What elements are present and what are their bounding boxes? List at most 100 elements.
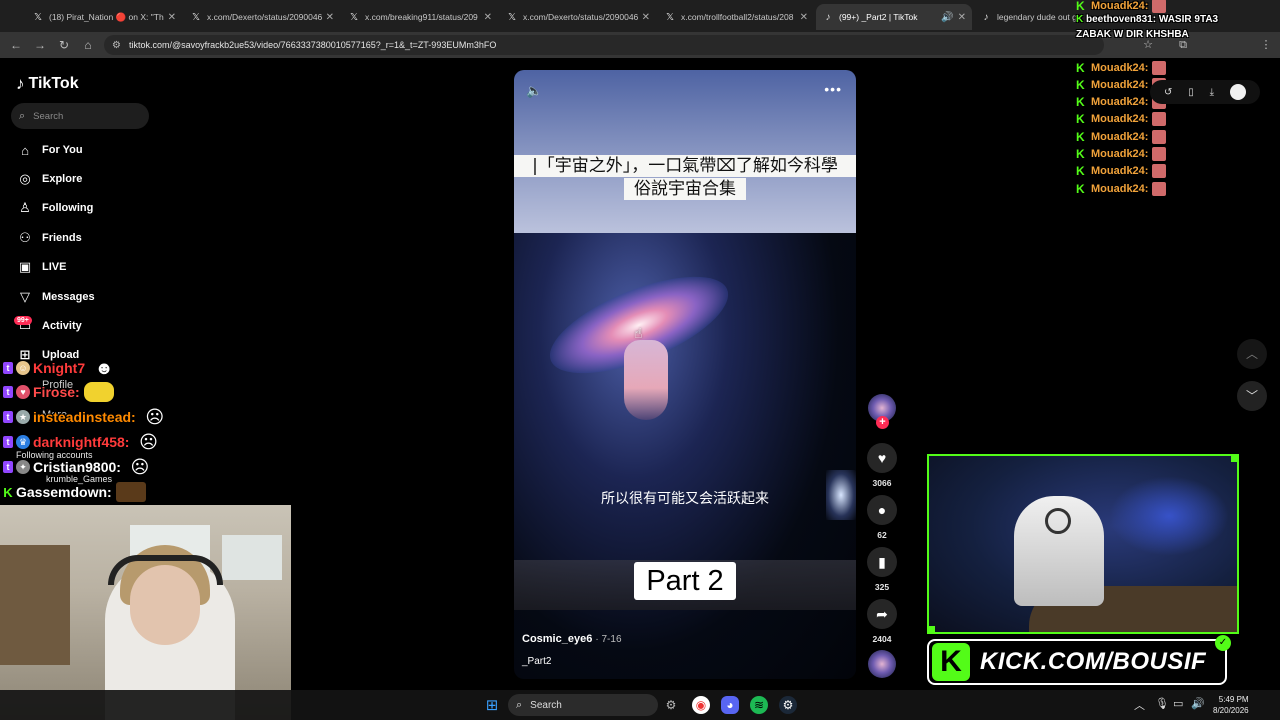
profile-avatar[interactable] xyxy=(1230,84,1246,100)
tray-chevron-icon[interactable]: ︿ xyxy=(1134,697,1145,713)
kick-chat-message: K Mouadk24: xyxy=(1076,180,1167,197)
tab-title: (18) Pirat_Nation 🔴 on X: "The xyxy=(49,11,164,22)
tab-title: x.com/trollfootball2/status/208 xyxy=(681,12,794,22)
browser-tab[interactable]: ♪ legendary dude out ge xyxy=(974,4,1084,30)
history-icon[interactable]: ↺ xyxy=(1164,87,1172,98)
kick-logo-icon: K xyxy=(932,643,970,681)
chrome-icon[interactable]: ◉ xyxy=(692,696,710,714)
chat-message: t ☺ Knight7 ☻ xyxy=(3,358,119,378)
menu-dots-icon[interactable]: ⋮ xyxy=(1258,37,1274,53)
following-icon: ♙ xyxy=(19,200,31,215)
video-description: _Part2 xyxy=(522,656,552,667)
taskbar-search[interactable]: ⌕ Search xyxy=(508,694,658,716)
kick-chat-message: K Mouadk24: xyxy=(1076,146,1167,163)
nav-item-messages[interactable]: ▽ Messages xyxy=(16,288,95,306)
microphone-icon[interactable]: 🎙 xyxy=(1155,697,1169,710)
save-button[interactable]: ▮ xyxy=(867,547,897,577)
phone-icon[interactable]: ▯ xyxy=(1188,87,1194,98)
video-player[interactable]: |「宇宙之外」，一口氣帶⌧了解如今科學 俗說宇宙合集 所以很有可能又会活跃起来 … xyxy=(514,70,856,679)
home-icon[interactable]: ⌂ xyxy=(80,37,96,53)
twitch-icon: t xyxy=(3,362,13,374)
headphones-icon xyxy=(108,555,223,585)
twitch-icon: t xyxy=(3,411,13,423)
search-input[interactable]: ⌕ Search xyxy=(11,103,149,129)
network-icon[interactable]: ▭ xyxy=(1173,697,1183,710)
kick-chat-message: K Mouadk24: xyxy=(1076,163,1167,180)
reload-icon[interactable]: ↻ xyxy=(56,37,72,53)
nav-item-live[interactable]: ▣ LIVE xyxy=(16,258,67,276)
tiktok-icon: ♪ xyxy=(825,11,831,23)
clock-date: 8/20/2026 xyxy=(1213,706,1249,715)
next-video-button[interactable]: ﹀ xyxy=(1237,381,1267,411)
close-icon[interactable]: ✕ xyxy=(642,12,650,23)
taskbar-search-placeholder: Search xyxy=(530,699,562,711)
video-author-line: Cosmic_eye6 · 7-16 xyxy=(522,633,622,645)
browser-tab[interactable]: 𝕏x.com/Dexerto/status/2090046 ✕ xyxy=(500,4,656,30)
close-icon[interactable]: ✕ xyxy=(484,12,492,23)
video-author[interactable]: Cosmic_eye6 xyxy=(522,633,592,645)
comment-icon: ● xyxy=(877,502,887,518)
share-button[interactable]: ➦ xyxy=(867,599,897,629)
discord-icon[interactable]: ◕ xyxy=(721,696,739,714)
previous-video-button[interactable]: ︿ xyxy=(1237,339,1267,369)
forward-icon[interactable]: → xyxy=(32,37,48,53)
chat-username: Mouadk24: xyxy=(1091,165,1149,178)
close-icon[interactable]: ✕ xyxy=(168,12,176,23)
volume-icon[interactable]: 🔊 xyxy=(1191,697,1205,710)
music-disc-icon[interactable] xyxy=(868,650,896,678)
speaker-icon[interactable]: 🔊 xyxy=(941,12,953,23)
tab-title: x.com/breaking911/status/209 xyxy=(365,12,478,22)
browser-tab[interactable]: 𝕏x.com/trollfootball2/status/208 ✕ xyxy=(658,4,814,30)
browser-tab-active[interactable]: ♪ (99+) _Part2 | TikTok 🔊 ✕ xyxy=(816,4,972,30)
nav-label: Following xyxy=(42,202,94,214)
windows-start-icon[interactable]: ⊞ xyxy=(483,696,501,714)
nav-item-for-you[interactable]: ⌂ For You xyxy=(16,141,82,159)
settings-icon[interactable]: ⚙ xyxy=(662,696,680,714)
browser-tab[interactable]: 𝕏x.com/breaking911/status/209 ✕ xyxy=(342,4,498,30)
url-field[interactable]: ⚙ tiktok.com/@savoyfrackb2ue53/video/766… xyxy=(104,35,1104,55)
x-logo-icon: 𝕏 xyxy=(507,11,517,23)
nav-item-following[interactable]: ♙ Following xyxy=(16,199,93,217)
chat-username: beethoven831: xyxy=(1086,14,1157,25)
browser-tab[interactable]: 𝕏x.com/Dexerto/status/2090046 ✕ xyxy=(184,4,340,30)
site-info-icon[interactable]: ⚙ xyxy=(112,40,121,51)
steam-icon[interactable]: ⚙ xyxy=(779,696,797,714)
more-options-icon[interactable]: ••• xyxy=(824,81,842,97)
video-title-line2: 俗說宇宙合集 xyxy=(624,178,746,200)
tiktok-icon: ♪ xyxy=(16,74,25,93)
share-icon: ➦ xyxy=(876,605,888,622)
close-icon[interactable]: ✕ xyxy=(800,12,808,23)
chat-username: Mouadk24: xyxy=(1091,113,1149,126)
nav-item-explore[interactable]: ◎ Explore xyxy=(16,170,82,188)
volume-icon[interactable]: 🔈 xyxy=(526,83,542,99)
chat-username: Mouadk24: xyxy=(1091,78,1149,91)
close-icon[interactable]: ✕ xyxy=(326,12,334,23)
comment-count: 62 xyxy=(877,530,887,540)
like-button[interactable]: ♥ xyxy=(867,443,897,473)
follow-plus-icon[interactable]: + xyxy=(876,416,889,429)
bookmark-icon: ▮ xyxy=(878,553,886,570)
spotify-icon[interactable]: ≋ xyxy=(750,696,768,714)
download-icon[interactable]: ⤓ xyxy=(1210,87,1214,98)
chat-username: Firose: xyxy=(33,384,80,400)
comment-button[interactable]: ● xyxy=(867,495,897,525)
mouse-cursor-icon: ☝ xyxy=(634,325,643,341)
browser-tab[interactable]: 𝕏 (18) Pirat_Nation 🔴 on X: "The ✕ xyxy=(26,4,182,30)
system-clock[interactable]: 5:49 PM 8/20/2026 xyxy=(1213,694,1249,716)
emote-icon xyxy=(1152,147,1167,161)
nav-label: Messages xyxy=(42,291,95,303)
chat-message: t ♥ Firose: xyxy=(3,382,114,402)
close-icon[interactable]: ✕ xyxy=(958,12,966,23)
back-icon[interactable]: ← xyxy=(8,37,24,53)
emote-icon xyxy=(1152,181,1167,196)
kick-icon: K xyxy=(1076,60,1085,75)
taskbar: ⊞ ⌕ Search ⚙ ◉ ◕ ≋ ⚙ ︿ 🎙 ▭ 🔊 5:49 PM 8/2… xyxy=(0,690,1280,720)
chat-username: Cristian9800: xyxy=(33,459,121,475)
emote-icon xyxy=(1152,112,1167,127)
tab-title: x.com/Dexerto/status/2090046 xyxy=(207,12,322,22)
kick-icon: K xyxy=(1076,14,1084,25)
nav-label: LIVE xyxy=(42,261,67,273)
nav-item-friends[interactable]: ⚇ Friends xyxy=(16,229,82,247)
tiktok-logo[interactable]: ♪ TikTok xyxy=(16,74,79,94)
kick-icon: K xyxy=(1076,181,1085,196)
